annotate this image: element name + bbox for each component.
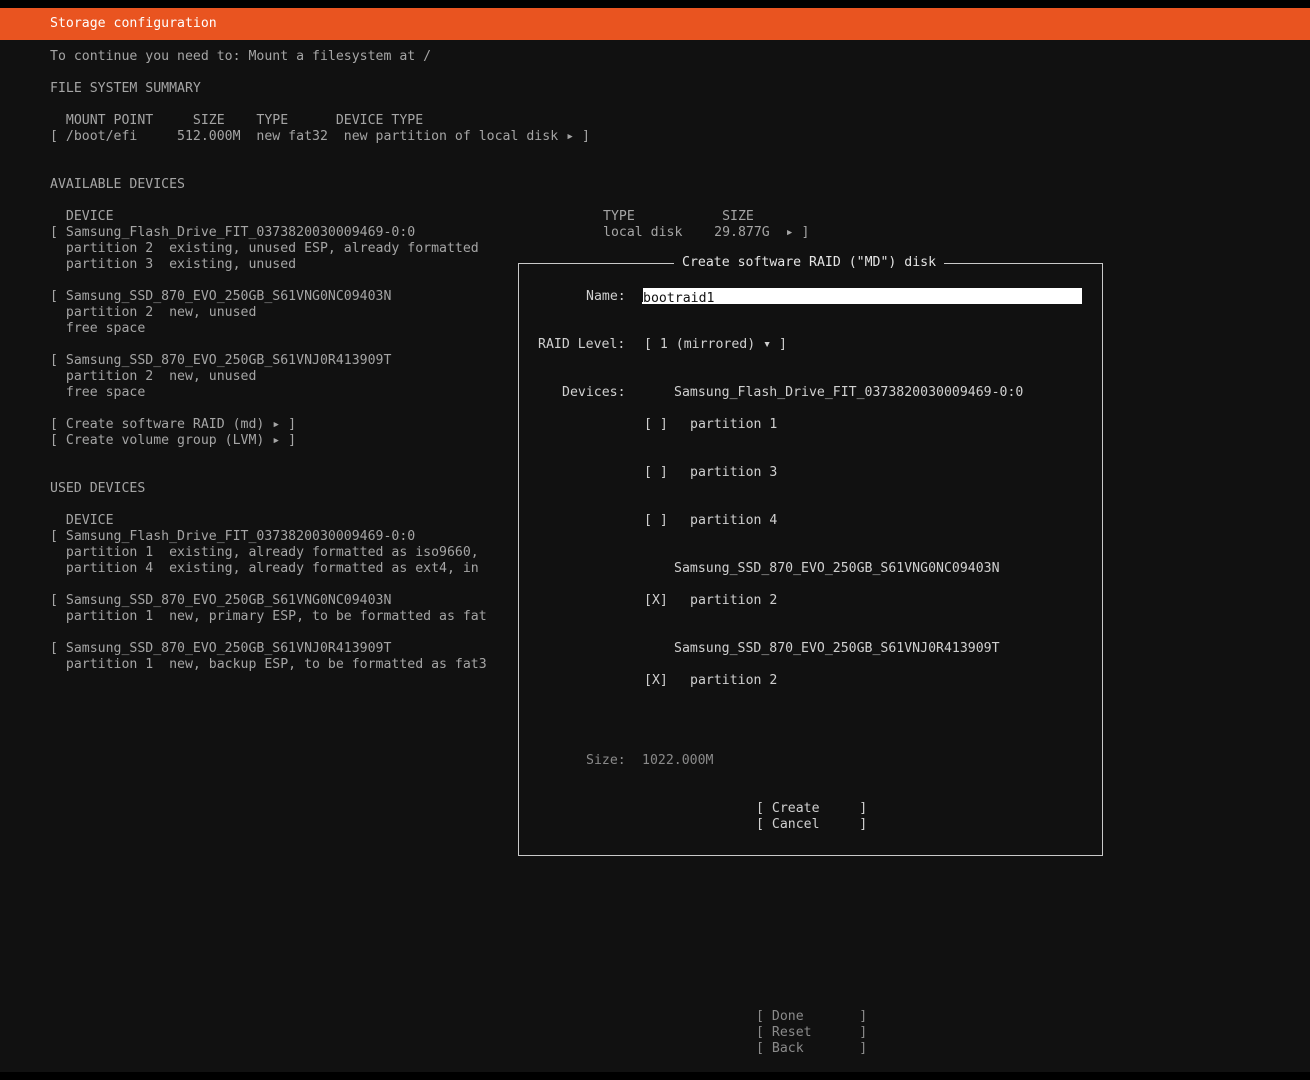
- checkbox-flash-partition-4[interactable]: [ ]: [644, 513, 668, 529]
- available-ssd-j0r4-partition-2: partition 2 new, unused: [50, 369, 257, 384]
- available-device-ssd-g0nc[interactable]: [ Samsung_SSD_870_EVO_250GB_S61VNG0NC094…: [50, 289, 391, 305]
- available-device-flash-drive-type-size[interactable]: local disk 29.877G ▸ ]: [603, 225, 809, 241]
- available-ssd-g0nc-partition-2: partition 2 new, unused: [50, 305, 257, 320]
- size-value: 1022.000M: [642, 753, 714, 768]
- used-device-ssd-j0r4[interactable]: [ Samsung_SSD_870_EVO_250GB_S61VNJ0R4139…: [50, 641, 391, 657]
- checkbox-label-ssd-j0r4-partition-2[interactable]: partition 2: [690, 673, 777, 689]
- create-button[interactable]: [ Create ]: [756, 801, 867, 817]
- fs-summary-row-boot-efi[interactable]: [ /boot/efi 512.000M new fat32 new parti…: [50, 129, 590, 145]
- used-flash-partition-4: partition 4 existing, already formatted …: [50, 561, 479, 576]
- available-type-size-columns: TYPE SIZE: [603, 209, 754, 224]
- create-lvm-button[interactable]: [ Create volume group (LVM) ▸ ]: [50, 433, 296, 449]
- available-flash-partition-3: partition 3 existing, unused: [50, 257, 297, 272]
- create-raid-button[interactable]: [ Create software RAID (md) ▸ ]: [50, 417, 296, 433]
- checkbox-label-flash-partition-3[interactable]: partition 3: [690, 465, 777, 481]
- bottom-border: [0, 1072, 1310, 1080]
- used-ssd-j0r4-partition-1: partition 1 new, backup ESP, to be forma…: [50, 657, 487, 672]
- cancel-button[interactable]: [ Cancel ]: [756, 817, 867, 833]
- checkbox-ssd-j0r4-partition-2[interactable]: [X]: [644, 673, 668, 689]
- create-raid-dialog: Create software RAID ("MD") disk Name: b…: [518, 255, 1103, 856]
- available-device-ssd-j0r4[interactable]: [ Samsung_SSD_870_EVO_250GB_S61VNJ0R4139…: [50, 353, 391, 369]
- checkbox-label-flash-partition-1[interactable]: partition 1: [690, 417, 777, 433]
- available-device-flash-drive[interactable]: [ Samsung_Flash_Drive_FIT_03738200300094…: [50, 225, 415, 241]
- checkbox-label-flash-partition-4[interactable]: partition 4: [690, 513, 777, 529]
- available-device-column: DEVICE: [50, 209, 114, 224]
- used-device-ssd-g0nc[interactable]: [ Samsung_SSD_870_EVO_250GB_S61VNG0NC094…: [50, 593, 391, 609]
- used-device-flash-drive[interactable]: [ Samsung_Flash_Drive_FIT_03738200300094…: [50, 529, 415, 545]
- checkbox-flash-partition-1[interactable]: [ ]: [644, 417, 668, 433]
- checkbox-ssd-g0nc-partition-2[interactable]: [X]: [644, 593, 668, 609]
- raid-level-label: RAID Level:: [538, 337, 626, 352]
- dialog-title: Create software RAID ("MD") disk: [674, 255, 945, 271]
- done-button[interactable]: [ Done ]: [756, 1009, 867, 1025]
- fs-summary-columns: MOUNT POINT SIZE TYPE DEVICE TYPE: [50, 113, 424, 128]
- name-input-value: bootraid1: [643, 291, 715, 306]
- dialog-disk-ssd-j0r4: Samsung_SSD_870_EVO_250GB_S61VNJ0R413909…: [674, 641, 1000, 656]
- used-ssd-g0nc-partition-1: partition 1 new, primary ESP, to be form…: [50, 609, 487, 624]
- available-devices-heading: AVAILABLE DEVICES: [50, 177, 185, 192]
- reset-button[interactable]: [ Reset ]: [756, 1025, 867, 1041]
- top-border: [0, 0, 1310, 8]
- used-flash-partition-1: partition 1 existing, already formatted …: [50, 545, 479, 560]
- raid-level-select[interactable]: [ 1 (mirrored) ▾ ]: [644, 337, 787, 353]
- used-devices-heading: USED DEVICES: [50, 481, 146, 496]
- used-device-column: DEVICE: [50, 513, 114, 528]
- name-label: Name:: [586, 289, 626, 304]
- available-ssd-j0r4-free-space: free space: [50, 385, 146, 400]
- notice-text: To continue you need to: Mount a filesys…: [50, 49, 432, 64]
- checkbox-label-ssd-g0nc-partition-2[interactable]: partition 2: [690, 593, 777, 609]
- available-flash-partition-2: partition 2 existing, unused ESP, alread…: [50, 241, 479, 256]
- name-input[interactable]: bootraid1: [642, 288, 1082, 306]
- dialog-disk-flash-drive: Samsung_Flash_Drive_FIT_0373820030009469…: [674, 385, 1024, 400]
- checkbox-flash-partition-3[interactable]: [ ]: [644, 465, 668, 481]
- devices-label: Devices:: [562, 385, 626, 400]
- fs-summary-heading: FILE SYSTEM SUMMARY: [50, 81, 201, 96]
- header-bar: Storage configuration: [0, 8, 1310, 40]
- available-ssd-g0nc-free-space: free space: [50, 321, 146, 336]
- size-label: Size:: [586, 753, 626, 768]
- back-button[interactable]: [ Back ]: [756, 1041, 867, 1057]
- dialog-disk-ssd-g0nc: Samsung_SSD_870_EVO_250GB_S61VNG0NC09403…: [674, 561, 1000, 576]
- page-title: Storage configuration: [50, 16, 217, 31]
